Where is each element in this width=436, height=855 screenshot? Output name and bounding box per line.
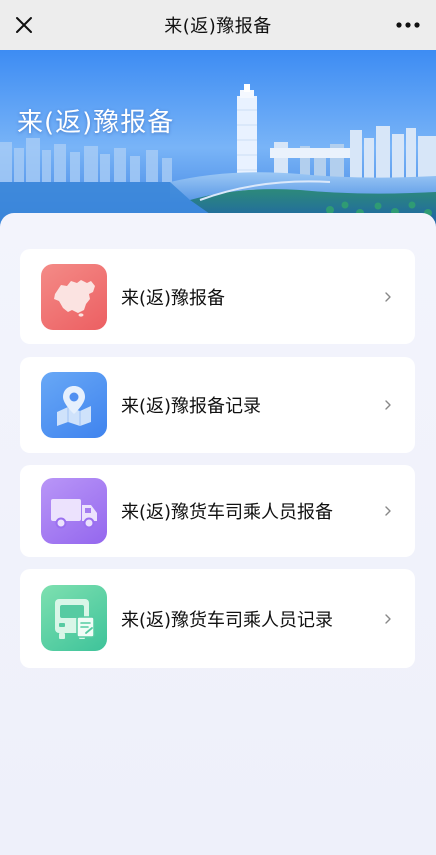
- bus-record-icon: [55, 599, 95, 639]
- menu-item-report[interactable]: 来(返)豫报备: [20, 249, 415, 344]
- menu-item-report-record[interactable]: 来(返)豫报备记录: [20, 357, 415, 453]
- menu-item-truck-record[interactable]: 来(返)豫货车司乘人员记录: [20, 569, 415, 668]
- chevron-right-icon: [385, 506, 391, 516]
- chevron-right-icon: [385, 291, 391, 302]
- truck-icon-tile: [41, 478, 107, 544]
- map-pin-icon: [57, 386, 91, 426]
- close-icon: [16, 17, 32, 33]
- more-button[interactable]: [390, 9, 426, 41]
- menu-item-label: 来(返)豫货车司乘人员报备: [121, 502, 334, 523]
- china-map-icon: [54, 280, 95, 317]
- map-pin-icon-tile: [41, 372, 107, 438]
- truck-icon: [51, 499, 97, 529]
- menu-item-label: 来(返)豫报备: [121, 287, 226, 309]
- menu-item-truck-report[interactable]: 来(返)豫货车司乘人员报备: [20, 465, 415, 557]
- menu-panel: 来(返)豫报备 来(返)豫报备记录 来(返)豫货车司乘人员报备 来(返)豫货车司…: [0, 213, 436, 855]
- menu-item-label: 来(返)豫货车司乘人员记录: [121, 609, 334, 631]
- banner: 来(返)豫报备: [0, 50, 436, 228]
- banner-title: 来(返)豫报备: [17, 108, 175, 138]
- city-skyline-image: [0, 50, 436, 228]
- more-dots-icon: [396, 22, 420, 28]
- navbar: 来(返)豫报备: [0, 0, 436, 50]
- china-map-icon-tile: [41, 264, 107, 330]
- close-button[interactable]: [8, 9, 40, 41]
- bus-record-icon-tile: [41, 585, 107, 651]
- page-title: 来(返)豫报备: [164, 16, 272, 37]
- chevron-right-icon: [385, 613, 391, 624]
- menu-item-label: 来(返)豫报备记录: [121, 396, 262, 417]
- chevron-right-icon: [385, 400, 391, 410]
